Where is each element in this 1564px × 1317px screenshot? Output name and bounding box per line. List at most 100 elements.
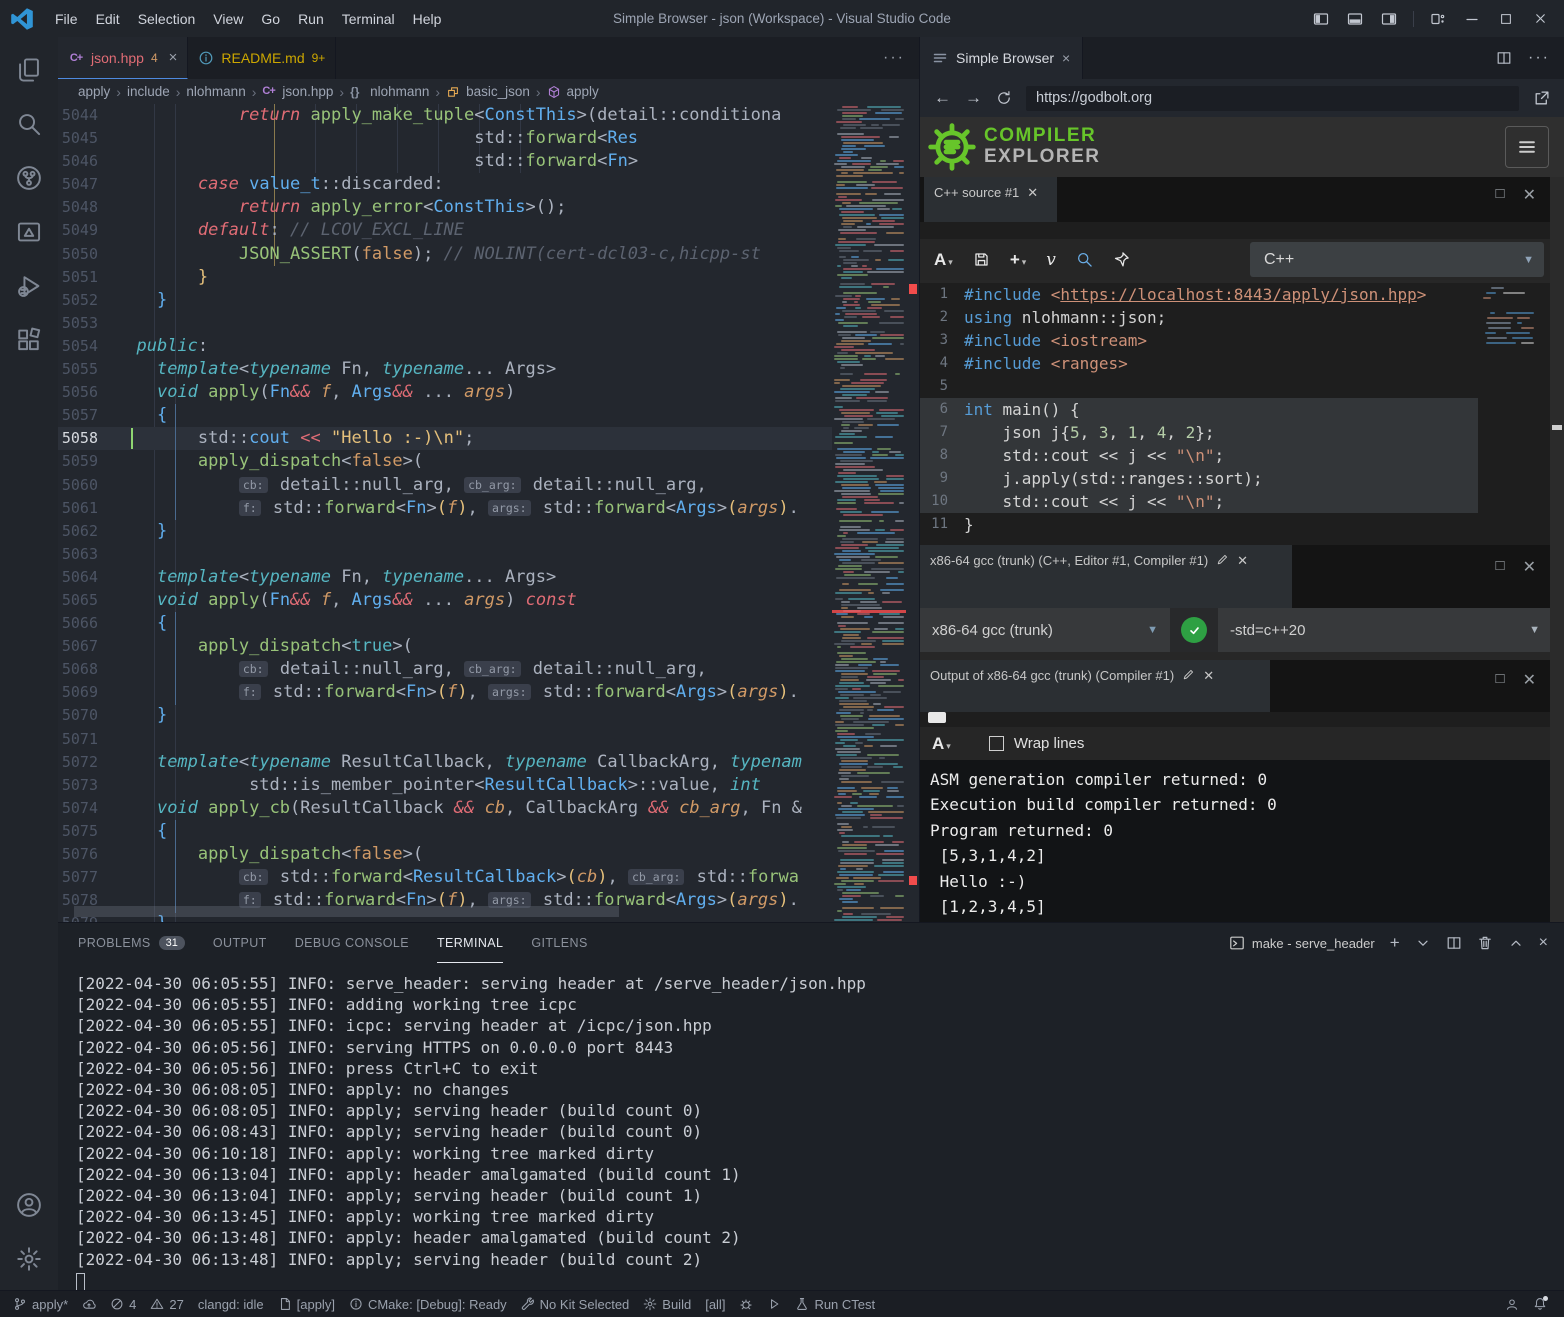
status-run-ctest[interactable]: Run CTest bbox=[788, 1297, 882, 1312]
status-cmake-kit[interactable]: No Kit Selected bbox=[514, 1297, 637, 1312]
maximize-pane-icon[interactable]: □ bbox=[1496, 557, 1505, 577]
terminal-content[interactable]: [2022-04-30 06:05:55] INFO: serve_header… bbox=[58, 963, 1564, 1291]
status-feedback[interactable] bbox=[1498, 1297, 1526, 1311]
menu-selection[interactable]: Selection bbox=[129, 0, 205, 37]
tab-simple-browser[interactable]: Simple Browser × bbox=[920, 37, 1083, 79]
language-select[interactable]: C++ ▼ bbox=[1250, 242, 1544, 277]
layout-sidebar-right-icon[interactable] bbox=[1375, 6, 1403, 32]
code-editor[interactable]: 5044 return apply_make_tuple<ConstThis>(… bbox=[58, 104, 919, 922]
close-pane-icon[interactable]: ✕ bbox=[1203, 668, 1214, 684]
compiler-explorer-logo-text[interactable]: COMPILER EXPLORER bbox=[984, 125, 1101, 167]
customize-layout-icon[interactable] bbox=[1424, 6, 1452, 32]
compiler-options-input[interactable]: -std=c++20 ▼ bbox=[1218, 608, 1550, 652]
new-terminal-icon[interactable]: + bbox=[1390, 933, 1400, 953]
close-pane-icon[interactable]: ✕ bbox=[1523, 185, 1536, 205]
activity-account-icon[interactable] bbox=[6, 1184, 52, 1226]
editor-more-actions-icon[interactable]: ··· bbox=[883, 37, 919, 79]
overview-ruler[interactable] bbox=[906, 104, 919, 922]
status-cmake-project[interactable]: [apply] bbox=[271, 1297, 342, 1312]
maximize-pane-icon[interactable]: □ bbox=[1496, 670, 1505, 690]
open-external-icon[interactable] bbox=[1533, 90, 1550, 107]
font-size-button[interactable]: A▾ bbox=[932, 734, 951, 754]
breadcrumb-item[interactable]: basic_json bbox=[466, 84, 530, 99]
compiler-pane-tab[interactable]: x86-64 gcc (trunk) (C++, Editor #1, Comp… bbox=[920, 545, 1292, 608]
ce-menu-button[interactable] bbox=[1505, 126, 1549, 168]
maximize-pane-icon[interactable]: □ bbox=[1496, 185, 1505, 205]
minimize-icon[interactable] bbox=[1458, 6, 1486, 32]
minimap[interactable] bbox=[832, 104, 906, 922]
status-cmake-target[interactable]: [all] bbox=[698, 1297, 732, 1312]
panel-tab-gitlens[interactable]: GITLENS bbox=[531, 923, 587, 963]
close-tab-icon[interactable]: × bbox=[1062, 50, 1070, 66]
layout-panel-icon[interactable] bbox=[1341, 6, 1369, 32]
layout-sidebar-left-icon[interactable] bbox=[1307, 6, 1335, 32]
menu-file[interactable]: File bbox=[46, 0, 87, 37]
edit-icon[interactable] bbox=[1216, 553, 1229, 566]
status-git-branch-status[interactable]: apply* bbox=[6, 1297, 75, 1312]
status-cmake-status[interactable]: CMake: [Debug]: Ready bbox=[342, 1297, 514, 1312]
status-cmake-build[interactable]: Build bbox=[636, 1297, 698, 1312]
more-actions-icon[interactable]: ··· bbox=[1528, 49, 1550, 67]
source-pane-tab[interactable]: C++ source #1 ✕ bbox=[924, 177, 1057, 222]
status-cmake-launch[interactable] bbox=[760, 1297, 788, 1311]
breadcrumb-item[interactable]: apply bbox=[78, 84, 110, 99]
vim-mode-icon[interactable]: v bbox=[1046, 250, 1056, 270]
breadcrumb[interactable]: apply›include›nlohmann›C+json.hpp›{}nloh… bbox=[58, 79, 919, 104]
activity-explorer-icon[interactable] bbox=[6, 49, 52, 91]
activity-cmake-icon[interactable] bbox=[6, 211, 52, 253]
compiler-output[interactable]: ASM generation compiler returned: 0Execu… bbox=[920, 760, 1550, 922]
ce-scrollbar-thumb[interactable] bbox=[1552, 425, 1562, 430]
ce-scrollbar[interactable] bbox=[1550, 177, 1564, 922]
activity-run-and-debug-icon[interactable] bbox=[6, 265, 52, 307]
compiler-explorer-logo-icon[interactable] bbox=[928, 123, 976, 171]
activity-extensions-icon[interactable] bbox=[6, 319, 52, 361]
close-panel-icon[interactable]: × bbox=[1539, 934, 1548, 952]
close-pane-icon[interactable]: ✕ bbox=[1523, 670, 1536, 690]
status-notifications[interactable] bbox=[1526, 1297, 1554, 1311]
status-errors-count[interactable]: 4 bbox=[103, 1297, 143, 1312]
breadcrumb-item[interactable]: json.hpp bbox=[282, 84, 333, 99]
close-window-icon[interactable] bbox=[1526, 6, 1554, 32]
back-icon[interactable]: ← bbox=[934, 88, 951, 108]
tab-README.md[interactable]: README.md9+ bbox=[188, 37, 336, 79]
kill-terminal-icon[interactable] bbox=[1477, 935, 1493, 951]
breadcrumb-item[interactable]: nlohmann bbox=[186, 84, 245, 99]
close-tab-icon[interactable]: × bbox=[169, 49, 178, 66]
tab-json.hpp[interactable]: C+json.hpp4× bbox=[58, 37, 188, 79]
status-cmake-debug[interactable] bbox=[732, 1297, 760, 1311]
status-clangd-status[interactable]: clangd: idle bbox=[191, 1297, 271, 1312]
forward-icon[interactable]: → bbox=[965, 88, 982, 108]
ce-source-editor[interactable]: 1#include <https://localhost:8443/apply/… bbox=[920, 283, 1550, 540]
panel-tab-terminal[interactable]: TERMINAL bbox=[437, 923, 503, 963]
wrap-lines-checkbox[interactable] bbox=[989, 736, 1004, 751]
panel-tab-problems[interactable]: PROBLEMS31 bbox=[78, 923, 185, 963]
activity-settings-icon[interactable] bbox=[6, 1238, 52, 1280]
close-pane-icon[interactable]: ✕ bbox=[1027, 185, 1038, 201]
split-terminal-icon[interactable] bbox=[1446, 935, 1462, 951]
menu-edit[interactable]: Edit bbox=[87, 0, 129, 37]
panel-tab-output[interactable]: OUTPUT bbox=[213, 923, 267, 963]
panel-tab-debug-console[interactable]: DEBUG CONSOLE bbox=[295, 923, 409, 963]
edit-icon[interactable] bbox=[1182, 668, 1195, 681]
compiler-select[interactable]: x86-64 gcc (trunk) ▼ bbox=[920, 608, 1170, 652]
reload-icon[interactable] bbox=[996, 90, 1012, 106]
horizontal-scrollbar[interactable] bbox=[74, 906, 619, 917]
breadcrumb-item[interactable]: nlohmann bbox=[370, 84, 429, 99]
menu-help[interactable]: Help bbox=[404, 0, 451, 37]
pin-icon[interactable] bbox=[1113, 251, 1130, 268]
activity-search-icon[interactable] bbox=[6, 103, 52, 145]
terminal-dropdown-icon[interactable] bbox=[1415, 935, 1431, 951]
ce-minimap[interactable] bbox=[1480, 285, 1536, 355]
close-pane-icon[interactable]: ✕ bbox=[1523, 557, 1536, 577]
maximize-icon[interactable] bbox=[1492, 6, 1520, 32]
breadcrumb-item[interactable]: include bbox=[127, 84, 170, 99]
output-pane-tab[interactable]: Output of x86-64 gcc (trunk) (Compiler #… bbox=[920, 660, 1270, 712]
status-warnings-count[interactable]: 27 bbox=[143, 1297, 190, 1312]
breadcrumb-item[interactable]: apply bbox=[567, 84, 599, 99]
font-size-button[interactable]: A▾ bbox=[934, 250, 953, 270]
close-pane-icon[interactable]: ✕ bbox=[1237, 553, 1248, 569]
menu-view[interactable]: View bbox=[204, 0, 252, 37]
url-input[interactable]: https://godbolt.org bbox=[1026, 86, 1519, 111]
activity-source-control-icon[interactable] bbox=[6, 157, 52, 199]
menu-terminal[interactable]: Terminal bbox=[333, 0, 404, 37]
